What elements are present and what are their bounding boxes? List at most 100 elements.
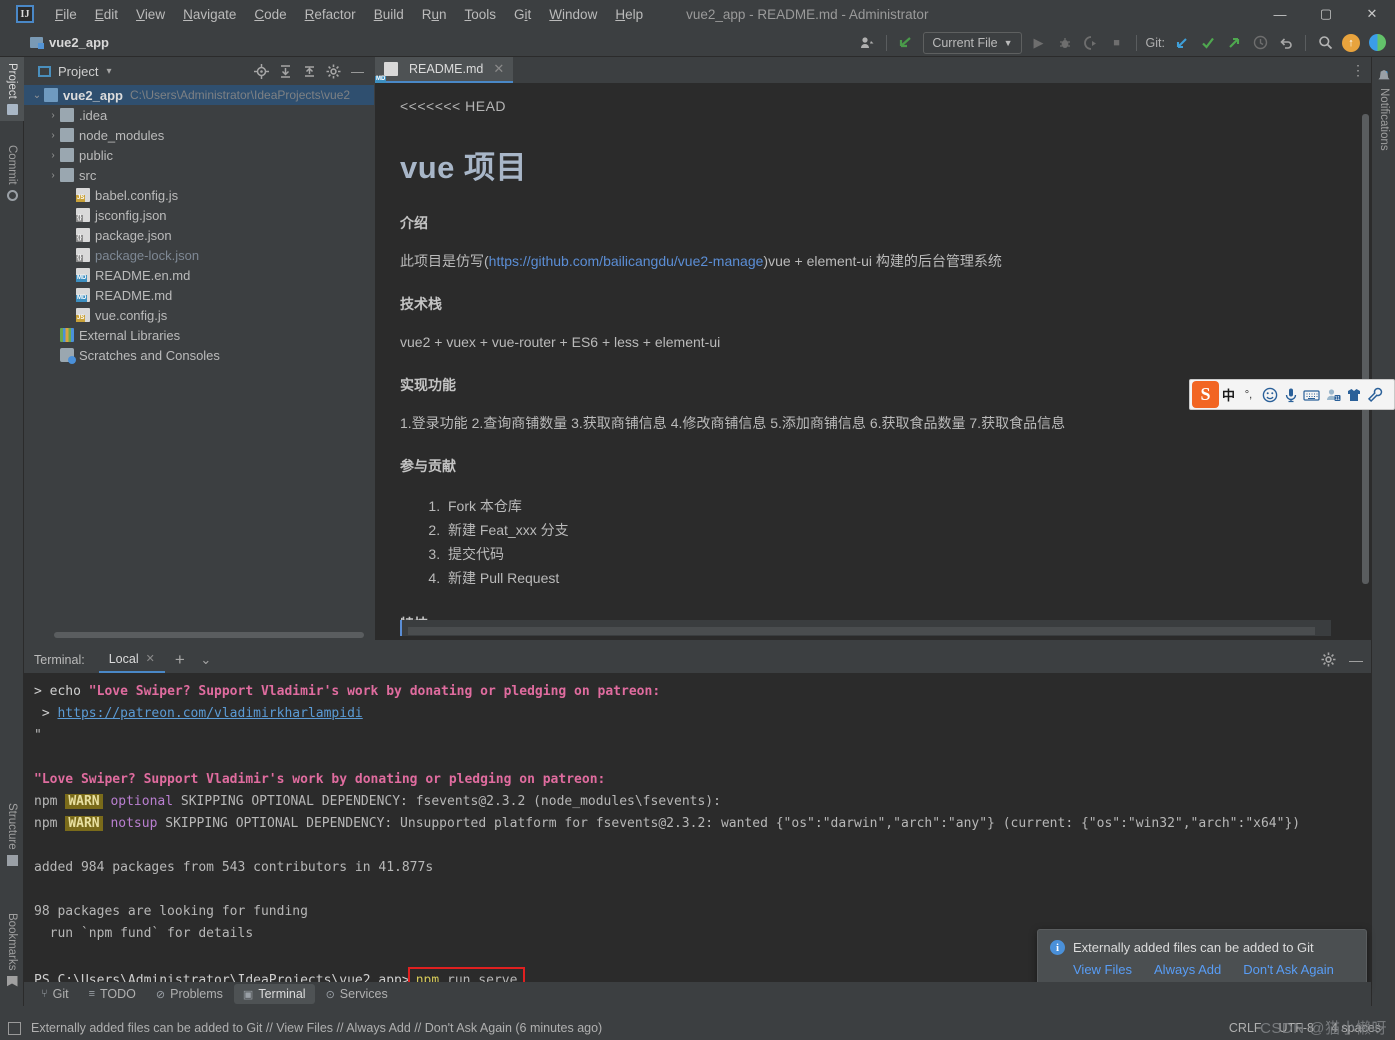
close-icon[interactable]: ✕ [493,61,504,77]
bottom-tab-services[interactable]: ⊙ Services [317,984,397,1004]
skin-icon[interactable] [1343,381,1364,408]
always-add-link[interactable]: Always Add [1154,962,1221,977]
search-icon[interactable] [1313,31,1337,55]
debug-button[interactable] [1053,31,1077,55]
bottom-tab-terminal[interactable]: ▣ Terminal [233,984,315,1004]
collapse-all-icon[interactable] [299,61,320,82]
git-push-icon[interactable] [1222,31,1246,55]
tree-row[interactable]: vue.config.js [24,305,374,325]
run-button[interactable]: ▶ [1027,31,1051,55]
chevron-icon[interactable]: › [46,170,60,181]
menu-view[interactable]: View [127,3,174,26]
tree-row[interactable]: › public [24,145,374,165]
close-button[interactable]: ✕ [1349,0,1395,28]
chevron-icon[interactable]: › [46,110,60,121]
emoji-icon[interactable] [1259,381,1280,408]
tree-row[interactable]: package.json [24,225,374,245]
history-icon[interactable] [1248,31,1272,55]
chevron-down-icon[interactable]: ⌄ [195,649,217,671]
editor-options-icon[interactable]: ⋮ [1351,57,1365,84]
markdown-preview[interactable]: <<<<<<< HEAD vue 项目 介绍 此项目是仿写(https://gi… [375,84,1371,640]
editor-vertical-scrollbar[interactable] [1362,114,1369,584]
project-horizontal-scrollbar[interactable] [54,632,364,638]
chevron-icon[interactable]: › [46,150,60,161]
repo-link[interactable]: https://github.com/bailicangdu/vue2-mana… [489,253,764,269]
terminal-tab-local[interactable]: Local ✕ [98,646,165,673]
encoding-indicator[interactable]: UTF-8 [1279,1021,1314,1035]
expand-all-icon[interactable] [275,61,296,82]
tree-row[interactable]: jsconfig.json [24,205,374,225]
menu-window[interactable]: Window [540,3,606,26]
menu-run[interactable]: Run [413,3,456,26]
menu-code[interactable]: Code [245,3,295,26]
tree-row[interactable]: › src [24,165,374,185]
ide-feature-icon[interactable] [1365,31,1389,55]
stop-button[interactable]: ■ [1105,31,1129,55]
tree-row[interactable]: › .idea [24,105,374,125]
punctuation-icon[interactable]: °, [1238,381,1259,408]
bottom-tab-todo[interactable]: ≡ TODO [80,984,145,1004]
chevron-icon[interactable]: › [46,130,60,141]
tree-row-label: vue.config.js [95,307,168,323]
menu-git[interactable]: Git [505,3,540,26]
soft-keyboard-icon[interactable] [1301,381,1322,408]
patreon-link[interactable]: https://patreon.com/vladimirkharlampidi [57,706,362,721]
update-project-icon[interactable] [894,31,918,55]
sidebar-item-commit[interactable]: Commit [0,139,24,207]
hide-panel-icon[interactable]: — [1345,649,1367,671]
tree-row[interactable]: ⌄ vue2_app C:\Users\Administrator\IdeaProj… [24,85,374,105]
menu-build[interactable]: Build [365,3,413,26]
project-file-tree[interactable]: ⌄ vue2_app C:\Users\Administrator\IdeaProj… [24,85,374,640]
sidebar-item-bookmarks[interactable]: Bookmarks [0,907,24,993]
menu-refactor[interactable]: Refactor [296,3,365,26]
menu-tools[interactable]: Tools [456,3,506,26]
menu-file[interactable]: File [46,3,86,26]
gear-icon[interactable] [323,61,344,82]
tree-row[interactable]: › node_modules [24,125,374,145]
dont-ask-again-link[interactable]: Don't Ask Again [1243,962,1334,977]
tree-row[interactable]: babel.config.js [24,185,374,205]
undo-icon[interactable] [1274,31,1298,55]
run-with-coverage-button[interactable] [1079,31,1103,55]
git-update-icon[interactable] [1170,31,1194,55]
profile-icon[interactable] [855,31,879,55]
hide-panel-icon[interactable]: — [347,61,368,82]
maximize-button[interactable]: ▢ [1303,0,1349,28]
tree-row[interactable]: README.en.md [24,265,374,285]
sidebar-item-structure[interactable]: Structure [0,797,24,872]
close-icon[interactable]: ✕ [146,652,155,665]
menu-help[interactable]: Help [606,3,652,26]
tab-readme-md[interactable]: README.md ✕ [375,57,514,83]
bottom-tab-problems[interactable]: ⊘ Problems [147,984,232,1004]
dir-icon [60,168,74,182]
user-account-icon[interactable]: 11 [1322,381,1343,408]
account-icon[interactable]: ↑ [1339,31,1363,55]
chevron-icon[interactable]: ⌄ [30,90,44,101]
sidebar-item-project[interactable]: Project [0,57,24,121]
tree-row[interactable]: External Libraries [24,325,374,345]
sidebar-item-notifications[interactable]: Notifications [1372,65,1395,156]
tree-row[interactable]: Scratches and Consoles [24,345,374,365]
tree-row[interactable]: package-lock.json [24,245,374,265]
line-separator-indicator[interactable]: CRLF [1229,1021,1262,1035]
new-terminal-tab-icon[interactable]: + [169,649,191,671]
sogou-logo-icon[interactable]: S [1192,381,1219,408]
menu-navigate[interactable]: Navigate [174,3,245,26]
minimize-button[interactable]: — [1257,0,1303,28]
status-message[interactable]: Externally added files can be added to G… [31,1021,602,1035]
select-opened-file-icon[interactable] [251,61,272,82]
breadcrumb[interactable]: vue2_app [30,35,109,50]
indent-indicator[interactable]: 4 spaces [1331,1021,1381,1035]
view-files-link[interactable]: View Files [1073,962,1132,977]
menu-edit[interactable]: Edit [86,3,127,26]
git-commit-icon[interactable] [1196,31,1220,55]
chevron-down-icon[interactable]: ▾ [98,61,119,82]
run-configuration-selector[interactable]: Current File ▼ [923,31,1022,54]
toolbox-icon[interactable] [1364,381,1385,408]
bottom-tab-git[interactable]: ⑂ Git [32,984,78,1004]
tree-row[interactable]: README.md [24,285,374,305]
voice-input-icon[interactable] [1280,381,1301,408]
event-log-icon[interactable] [8,1021,21,1035]
chinese-mode-icon[interactable]: 中 [1219,381,1238,408]
gear-icon[interactable] [1317,649,1339,671]
